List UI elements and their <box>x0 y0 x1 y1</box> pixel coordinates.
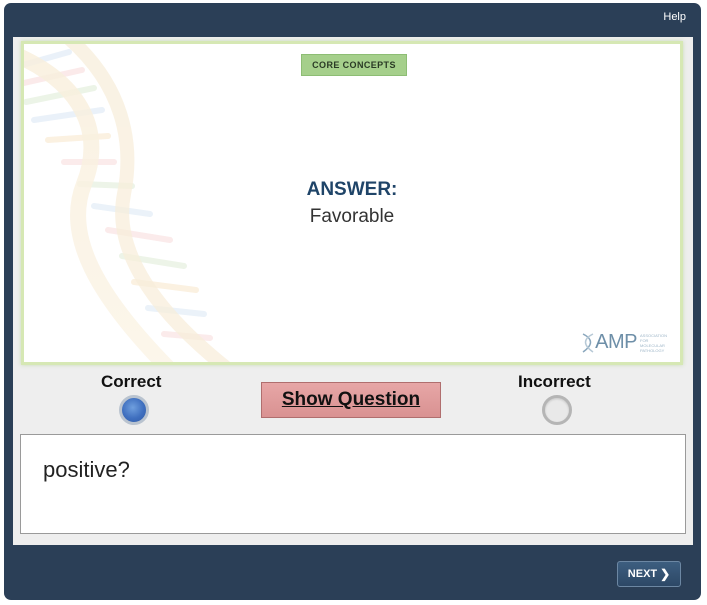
next-button-label: NEXT <box>627 568 658 580</box>
help-link[interactable]: Help <box>663 11 686 23</box>
amp-logo-subtitle: ASSOCIATION FOR MOLECULAR PATHOLOGY <box>640 332 668 353</box>
dna-helix-illustration <box>24 44 231 362</box>
amp-logo: AMP ASSOCIATION FOR MOLECULAR PATHOLOGY <box>581 331 674 354</box>
answer-label: ANSWER: <box>306 179 398 200</box>
incorrect-radio[interactable] <box>542 395 572 425</box>
next-button[interactable]: NEXT ❯ <box>617 561 681 587</box>
player-frame: Help CORE CONCEPTS ANSWER: Favorable AMP… <box>4 3 701 600</box>
incorrect-label: Incorrect <box>518 372 591 391</box>
chevron-right-icon: ❯ <box>660 567 671 581</box>
answer-text: Favorable <box>309 206 395 227</box>
slide-stage: CORE CONCEPTS ANSWER: Favorable AMP ASSO… <box>13 37 693 545</box>
correct-radio[interactable] <box>119 395 149 425</box>
core-concepts-tag: CORE CONCEPTS <box>301 54 407 76</box>
amp-logo-text: AMP <box>595 331 637 353</box>
flashcard: CORE CONCEPTS ANSWER: Favorable AMP ASSO… <box>21 41 683 365</box>
question-text: positive? <box>43 457 130 482</box>
correct-label: Correct <box>101 372 162 391</box>
show-question-button[interactable]: Show Question <box>261 382 441 418</box>
dna-logo-icon <box>582 332 594 353</box>
question-box: positive? <box>20 434 686 534</box>
